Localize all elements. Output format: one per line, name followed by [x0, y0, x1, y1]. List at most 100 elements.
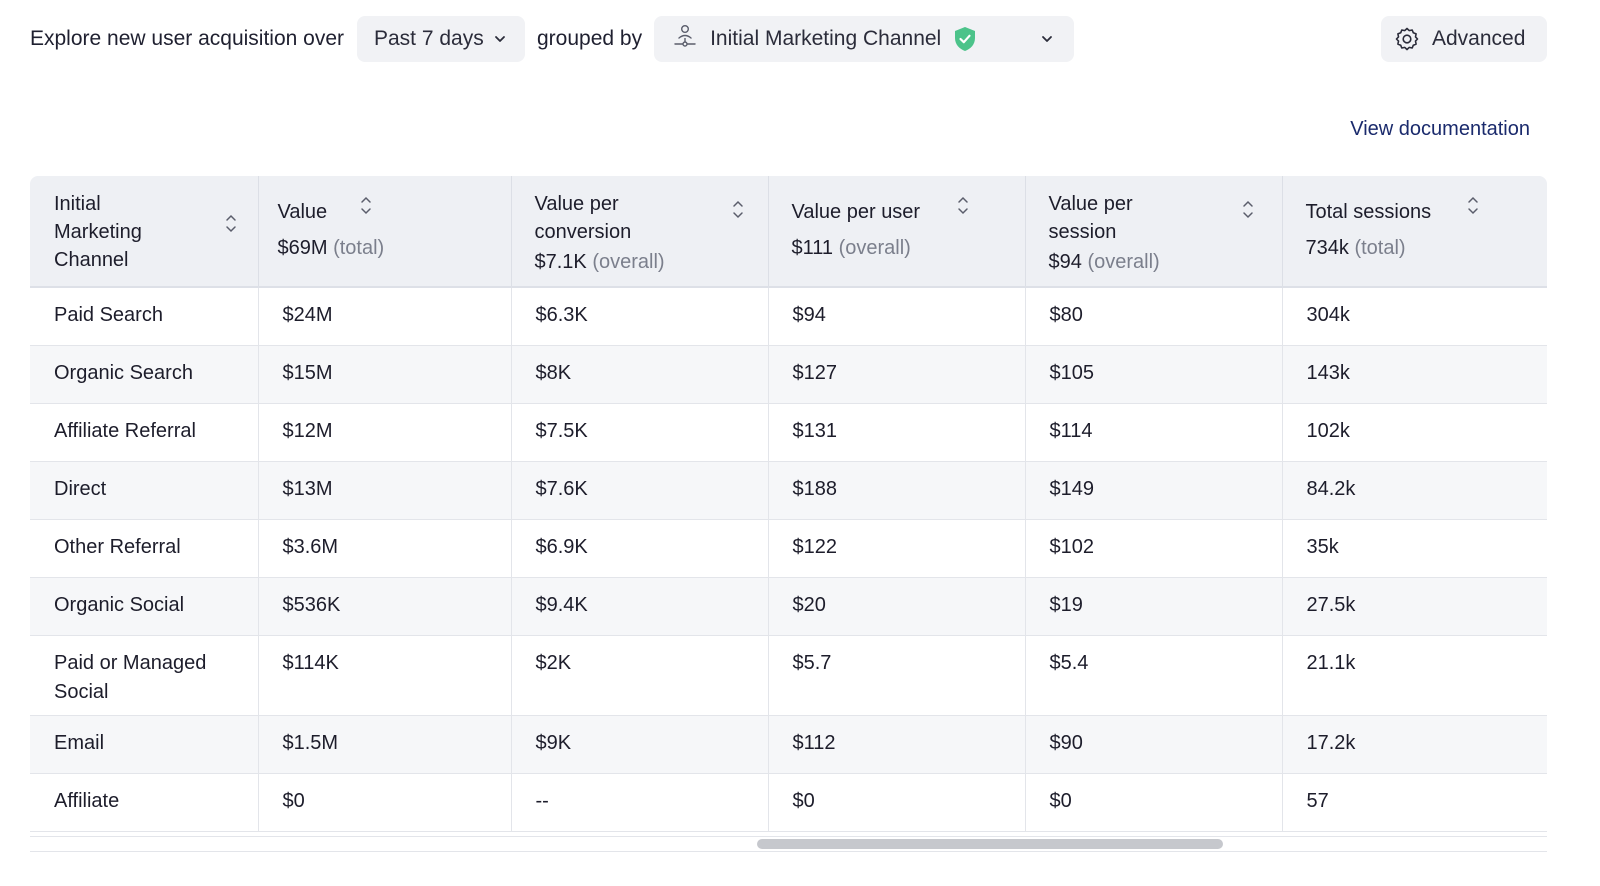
table-row: Affiliate Referral $12M $7.5K $131 $114 … — [30, 403, 1547, 462]
sort-up-icon — [360, 196, 372, 204]
cell-value-per-user: $0 — [768, 773, 1026, 832]
column-header-value-per-user[interactable]: Value per user $111 (overall) — [768, 176, 1026, 288]
column-header-value-per-session[interactable]: Value per session $94 (overall) — [1025, 176, 1283, 288]
grouped-by-label: grouped by — [537, 27, 643, 50]
period-dropdown[interactable]: Past 7 days — [357, 16, 525, 62]
view-documentation-link[interactable]: View documentation — [1350, 118, 1530, 141]
cell-value-per-conversion: $2K — [511, 635, 769, 716]
group-by-dropdown[interactable]: Initial Marketing Channel — [654, 16, 1075, 62]
chevron-down-icon — [1040, 32, 1054, 46]
table-row: Organic Search $15M $8K $127 $105 143k — [30, 345, 1547, 404]
sort-toggle[interactable] — [225, 214, 237, 233]
sort-toggle[interactable] — [1242, 200, 1254, 219]
cell-total-sessions: 57 — [1282, 773, 1547, 832]
cell-channel: Paid Search — [30, 287, 259, 346]
cell-value-per-conversion: $7.6K — [511, 461, 769, 520]
sort-toggle[interactable] — [360, 196, 372, 215]
table-row: Other Referral $3.6M $6.9K $122 $102 35k — [30, 519, 1547, 578]
cell-channel: Organic Social — [30, 577, 259, 636]
sort-down-icon — [957, 207, 969, 215]
cell-value-per-user: $131 — [768, 403, 1026, 462]
cell-value-per-user: $5.7 — [768, 635, 1026, 716]
cell-value-per-session: $80 — [1025, 287, 1283, 346]
cell-value-per-user: $20 — [768, 577, 1026, 636]
cell-value-per-conversion: -- — [511, 773, 769, 832]
cell-value-per-user: $127 — [768, 345, 1026, 404]
sort-toggle[interactable] — [1467, 196, 1479, 215]
table-row: Direct $13M $7.6K $188 $149 84.2k — [30, 461, 1547, 520]
table-row: Paid Search $24M $6.3K $94 $80 304k — [30, 287, 1547, 346]
period-value: Past 7 days — [374, 27, 484, 50]
cell-value-per-conversion: $7.5K — [511, 403, 769, 462]
column-header-value[interactable]: Value $69M (total) — [258, 176, 512, 288]
cell-total-sessions: 27.5k — [1282, 577, 1547, 636]
cell-value-per-session: $19 — [1025, 577, 1283, 636]
summary-note: (total) — [1354, 237, 1406, 259]
sort-up-icon — [1467, 196, 1479, 204]
horizontal-scrollbar-thumb[interactable] — [757, 839, 1223, 849]
column-summary: $111 (overall) — [792, 234, 1025, 262]
group-by-value: Initial Marketing Channel — [710, 27, 942, 50]
sort-up-icon — [957, 196, 969, 204]
column-title: Value per session — [1048, 193, 1133, 243]
cell-value: $24M — [258, 287, 512, 346]
summary-value: $69M — [277, 237, 328, 259]
cell-total-sessions: 143k — [1282, 345, 1547, 404]
user-channel-icon — [672, 23, 698, 55]
cell-value-per-session: $149 — [1025, 461, 1283, 520]
cell-channel: Direct — [30, 461, 259, 520]
cell-value-per-conversion: $9K — [511, 715, 769, 774]
cell-value-per-session: $90 — [1025, 715, 1283, 774]
column-title: Initial Marketing Channel — [54, 193, 142, 271]
column-summary: $69M (total) — [278, 234, 511, 262]
sort-down-icon — [1467, 207, 1479, 215]
sort-toggle[interactable] — [732, 200, 744, 219]
summary-note: (total) — [333, 237, 385, 259]
advanced-label: Advanced — [1432, 27, 1526, 50]
column-title: Value per user — [791, 201, 921, 223]
cell-channel: Affiliate Referral — [30, 403, 259, 462]
summary-note: (overall) — [1087, 251, 1160, 273]
cell-value: $3.6M — [258, 519, 512, 578]
cell-channel: Organic Search — [30, 345, 259, 404]
sort-down-icon — [360, 207, 372, 215]
cell-channel: Affiliate — [30, 773, 259, 832]
cell-channel: Email — [30, 715, 259, 774]
column-title: Value — [277, 201, 328, 223]
cell-channel: Other Referral — [30, 519, 259, 578]
sort-toggle[interactable] — [957, 196, 969, 215]
summary-value: 734k — [1305, 237, 1349, 259]
cell-value: $13M — [258, 461, 512, 520]
column-title: Total sessions — [1305, 201, 1432, 223]
cell-value: $12M — [258, 403, 512, 462]
cell-value-per-session: $0 — [1025, 773, 1283, 832]
summary-value: $7.1K — [534, 251, 587, 273]
column-summary: $94 (overall) — [1049, 248, 1282, 276]
column-summary: 734k (total) — [1306, 234, 1548, 262]
advanced-button[interactable]: Advanced — [1381, 16, 1547, 62]
cell-total-sessions: 21.1k — [1282, 635, 1547, 716]
table-row: Affiliate $0 -- $0 $0 57 — [30, 773, 1547, 832]
column-header-value-per-conversion[interactable]: Value per conversion $7.1K (overall) — [511, 176, 769, 288]
cell-total-sessions: 35k — [1282, 519, 1547, 578]
cell-value-per-user: $188 — [768, 461, 1026, 520]
summary-value: $94 — [1048, 251, 1082, 273]
cell-value: $1.5M — [258, 715, 512, 774]
sort-down-icon — [732, 211, 744, 219]
column-header-total-sessions[interactable]: Total sessions 734k (total) — [1282, 176, 1548, 288]
cell-value-per-session: $102 — [1025, 519, 1283, 578]
cell-total-sessions: 84.2k — [1282, 461, 1547, 520]
cell-value: $114K — [258, 635, 512, 716]
column-header-channel[interactable]: Initial Marketing Channel — [30, 176, 259, 288]
table-row: Email $1.5M $9K $112 $90 17.2k — [30, 715, 1547, 774]
cell-total-sessions: 102k — [1282, 403, 1547, 462]
cell-value-per-session: $5.4 — [1025, 635, 1283, 716]
cell-total-sessions: 304k — [1282, 287, 1547, 346]
chevron-down-icon — [493, 32, 507, 46]
sort-down-icon — [225, 225, 237, 233]
cell-value-per-user: $94 — [768, 287, 1026, 346]
cell-value-per-user: $112 — [768, 715, 1026, 774]
sort-up-icon — [225, 214, 237, 222]
cell-value-per-conversion: $6.3K — [511, 287, 769, 346]
cell-value: $536K — [258, 577, 512, 636]
